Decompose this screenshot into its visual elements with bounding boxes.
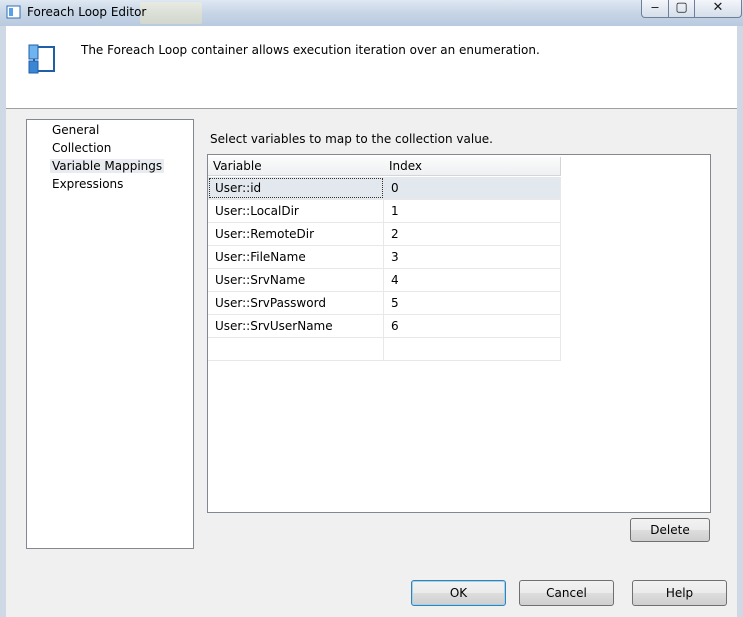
foreach-container-icon [28, 44, 55, 74]
close-icon: ✕ [712, 0, 724, 15]
table-row[interactable]: User::SrvUserName 6 [208, 315, 561, 338]
maximize-button[interactable]: ▢ [668, 0, 695, 18]
ok-button[interactable]: OK [411, 580, 506, 606]
index-cell-empty[interactable] [384, 338, 561, 360]
column-header-variable[interactable]: Variable [208, 157, 385, 176]
index-cell[interactable]: 3 [384, 246, 561, 268]
index-cell[interactable]: 2 [384, 223, 561, 245]
variable-cell[interactable]: User::SrvUserName [208, 315, 384, 337]
dialog-client: The Foreach Loop container allows execut… [6, 26, 737, 617]
index-cell[interactable]: 6 [384, 315, 561, 337]
table-row[interactable]: User::SrvPassword 5 [208, 292, 561, 315]
variable-cell[interactable]: User::FileName [208, 246, 384, 268]
nav-item-collection[interactable]: Collection [52, 141, 111, 155]
index-cell[interactable]: 0 [384, 177, 561, 199]
header-description: The Foreach Loop container allows execut… [81, 43, 540, 57]
table-row[interactable]: User::FileName 3 [208, 246, 561, 269]
column-header-index[interactable]: Index [384, 157, 561, 176]
variable-cell[interactable]: User::SrvName [208, 269, 384, 291]
index-cell[interactable]: 5 [384, 292, 561, 314]
minimize-icon: ‒ [650, 0, 660, 15]
table-row[interactable]: User::RemoteDir 2 [208, 223, 561, 246]
delete-button[interactable]: Delete [630, 518, 710, 542]
help-button[interactable]: Help [632, 580, 727, 606]
title-ghost-overlay [140, 2, 202, 24]
table-row[interactable]: User::id 0 [208, 177, 561, 200]
title-bar[interactable]: Foreach Loop Editor ‒ ▢ ✕ [0, 0, 743, 26]
close-button[interactable]: ✕ [694, 0, 742, 18]
foreach-loop-icon [6, 5, 21, 19]
table-row[interactable]: User::SrvName 4 [208, 269, 561, 292]
variable-cell[interactable]: User::SrvPassword [208, 292, 384, 314]
nav-item-expressions[interactable]: Expressions [52, 177, 123, 191]
variable-mapping-grid[interactable]: Variable Index User::id 0 User::LocalDir… [207, 154, 711, 513]
cancel-button[interactable]: Cancel [519, 580, 614, 606]
table-row[interactable]: User::LocalDir 1 [208, 200, 561, 223]
dialog-header: The Foreach Loop container allows execut… [6, 26, 737, 109]
page-navigation: General Collection Variable Mappings Exp… [26, 119, 194, 549]
variable-cell[interactable]: User::RemoteDir [208, 223, 384, 245]
maximize-icon: ▢ [675, 0, 688, 15]
new-row[interactable] [208, 338, 561, 361]
variable-cell[interactable]: User::id [208, 177, 384, 199]
variable-cell[interactable]: User::LocalDir [208, 200, 384, 222]
nav-item-general[interactable]: General [52, 123, 99, 137]
index-cell[interactable]: 4 [384, 269, 561, 291]
nav-item-variable-mappings[interactable]: Variable Mappings [50, 159, 165, 173]
index-cell[interactable]: 1 [384, 200, 561, 222]
variable-cell-empty[interactable] [208, 338, 384, 360]
minimize-button[interactable]: ‒ [641, 0, 669, 18]
window-title: Foreach Loop Editor [27, 5, 147, 19]
mapping-instruction: Select variables to map to the collectio… [210, 132, 493, 146]
